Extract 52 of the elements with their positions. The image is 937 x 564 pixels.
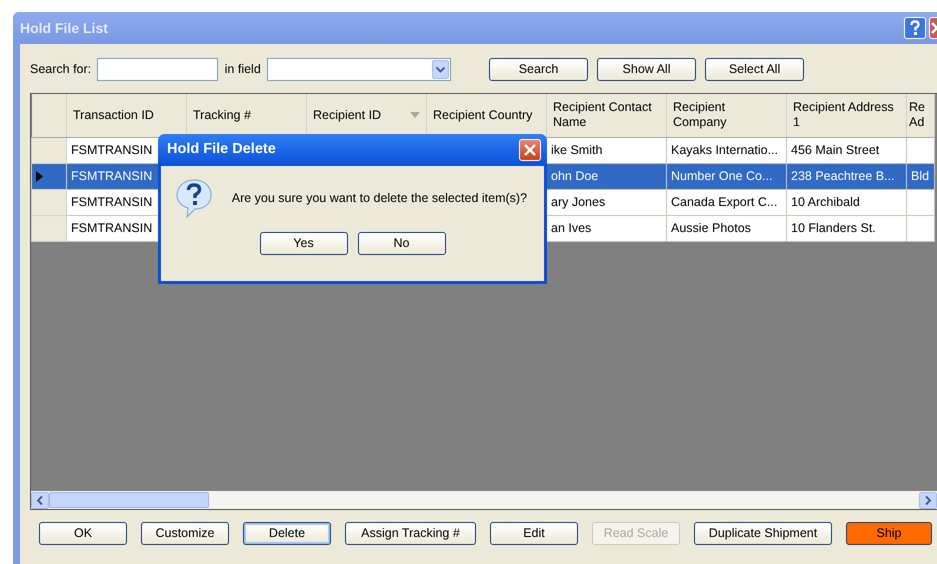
search-label: Search for: — [30, 61, 92, 78]
search-bar-button[interactable]: Search — [489, 58, 588, 81]
table-cell: Bld — [906, 163, 934, 189]
table-cell: ohn Doe — [546, 163, 666, 189]
footer-button[interactable]: Duplicate Shipment — [694, 522, 832, 545]
help-icon — [908, 20, 921, 36]
column-header[interactable]: Recipient Country — [426, 94, 546, 137]
dialog-button[interactable]: Yes — [260, 232, 348, 255]
table-cell: an Ives — [546, 215, 666, 241]
search-field[interactable] — [97, 58, 218, 81]
table-cell: 456 Main Street — [786, 137, 906, 163]
close-button[interactable] — [519, 139, 541, 161]
field-dropdown[interactable] — [267, 58, 452, 81]
scroll-right-icon — [919, 492, 937, 508]
table-cell: ary Jones — [546, 189, 666, 215]
row-header-corner — [32, 94, 66, 137]
table-cell: 10 Archibald — [786, 189, 906, 215]
search-bar-button[interactable]: Show All — [597, 58, 696, 81]
table-cell: ike Smith — [546, 137, 666, 163]
dialog-button[interactable]: No — [358, 232, 446, 255]
table-cell: 238 Peachtree B... — [786, 163, 906, 189]
column-header[interactable]: Tracking # — [186, 94, 306, 137]
table-cell: 10 Flanders St. — [786, 215, 906, 241]
column-header[interactable]: Recipient Contact Name — [546, 94, 666, 137]
help-button[interactable] — [904, 17, 926, 39]
scroll-thumb[interactable] — [49, 492, 209, 508]
footer-button[interactable]: OK — [39, 522, 127, 545]
table-cell: Aussie Photos — [666, 215, 786, 241]
row-header[interactable] — [32, 163, 66, 189]
row-pointer-icon — [36, 170, 43, 182]
horizontal-scrollbar[interactable] — [31, 491, 937, 509]
search-bar-button[interactable]: Select All — [705, 58, 804, 81]
table-cell: Canada Export C... — [666, 189, 786, 215]
footer-button[interactable]: Customize — [141, 522, 229, 545]
table-cell: Kayaks Internatio... — [666, 137, 786, 163]
dialog-message: Are you sure you want to delete the selected item(s)? — [232, 190, 528, 207]
column-header[interactable]: Recipient Address 1 — [786, 94, 906, 137]
footer-button[interactable]: Assign Tracking # — [345, 522, 476, 545]
close-icon — [524, 144, 536, 156]
column-header[interactable]: Recipient ID — [306, 94, 426, 137]
column-header[interactable]: Transaction ID — [66, 94, 186, 137]
column-header[interactable]: Recipient Company — [666, 94, 786, 137]
window-title: Hold File List — [20, 18, 108, 38]
field-label: in field — [224, 61, 261, 78]
footer-button[interactable]: Edit — [490, 522, 578, 545]
table-cell: Number One Co... — [666, 163, 786, 189]
question-icon — [175, 178, 213, 218]
column-header[interactable]: Re Ad — [906, 94, 934, 137]
scroll-left-icon — [31, 492, 49, 508]
footer-button[interactable]: Delete — [243, 522, 331, 545]
sort-icon — [410, 112, 420, 118]
footer-button[interactable]: Ship — [846, 522, 932, 545]
